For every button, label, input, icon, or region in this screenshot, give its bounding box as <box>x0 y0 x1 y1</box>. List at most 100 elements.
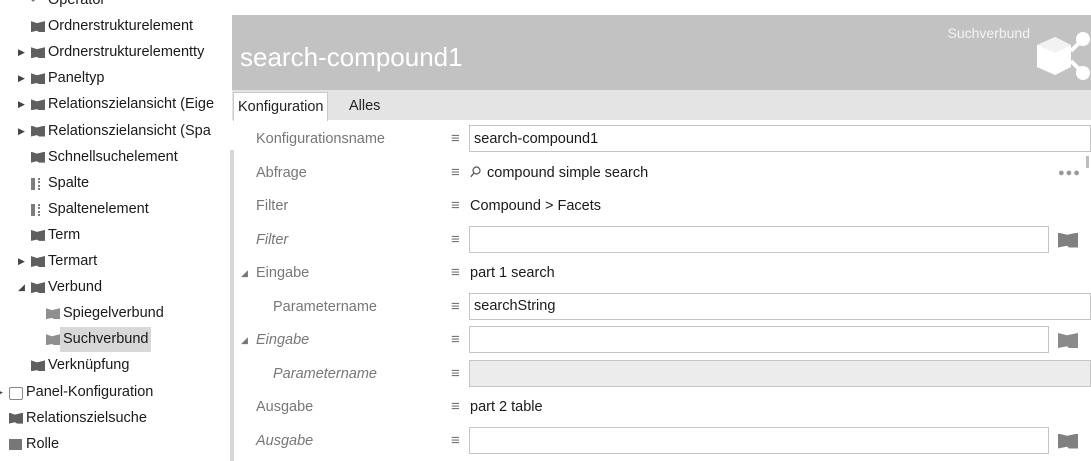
tab-konfiguration[interactable]: Konfiguration <box>233 92 329 121</box>
folder-icon <box>31 21 45 33</box>
folder-icon[interactable] <box>1058 232 1078 248</box>
tree-item-termart[interactable]: ▶ Termart <box>0 249 218 274</box>
property-input[interactable] <box>469 426 1049 454</box>
tree-item-operator[interactable]: • Operator <box>0 0 218 13</box>
collapse-arrow-icon[interactable]: ◢ <box>241 324 248 357</box>
property-label: Eingabe <box>256 265 310 281</box>
property-row: Filter ≡ <box>232 224 1091 257</box>
panel-title: search-compound1 <box>240 42 463 72</box>
property-row: Parametername ≡ <box>232 358 1091 391</box>
folder-icon <box>31 229 45 241</box>
property-row: Abfrage ≡ compound simple search ●●● <box>232 157 1091 190</box>
property-value-text: part 1 search <box>470 265 555 281</box>
row-menu-icon[interactable]: ≡ <box>451 358 460 389</box>
tree-item-label: Ordnerstrukturelementty <box>48 44 205 61</box>
query-reference[interactable]: compound simple search <box>470 157 648 190</box>
tree-item-schnellsuchelement[interactable]: Schnellsuchelement <box>0 145 218 170</box>
tree-item-label: Verbund <box>48 279 103 296</box>
property-input[interactable] <box>469 125 1091 152</box>
expand-arrow-icon[interactable]: ▶ <box>18 92 25 117</box>
tree-item-verknüpfung[interactable]: Verknüpfung <box>0 353 218 378</box>
collapse-arrow-icon[interactable]: ◢ <box>18 275 25 300</box>
tree-item-panel-konfiguration[interactable]: ▶ Panel-Konfiguration <box>0 380 218 405</box>
tree-item-label: Spaltenelement <box>48 200 149 217</box>
property-label: Parametername <box>273 365 377 382</box>
tab-alles[interactable]: Alles <box>345 92 384 120</box>
bullet-icon: • <box>31 0 36 7</box>
tree-item-relationszielansicht-eige[interactable]: ▶ Relationszielansicht (Eige <box>0 92 218 117</box>
property-row: ◢ Eingabe ≡ part 1 search <box>232 257 1091 290</box>
property-label: Parametername <box>273 298 377 315</box>
tree-item-relationszielsuche[interactable]: Relationszielsuche <box>0 406 218 431</box>
property-input[interactable] <box>469 326 1049 353</box>
expand-arrow-icon[interactable]: ▶ <box>18 119 25 144</box>
tree-item-suchverbund[interactable]: Suchverbund <box>0 327 218 353</box>
tree-item-label: Suchverbund <box>60 327 152 353</box>
row-menu-icon[interactable]: ≡ <box>451 391 460 422</box>
tree-item-verbund[interactable]: ◢ Verbund <box>0 275 218 300</box>
property-value: Compound > Facets <box>470 190 601 223</box>
row-menu-icon[interactable]: ≡ <box>451 190 460 221</box>
row-menu-icon[interactable]: ≡ <box>451 123 460 154</box>
tree-item-label: Operator <box>48 0 106 8</box>
expand-arrow-icon[interactable]: ▶ <box>18 249 25 274</box>
folder-icon <box>9 412 23 424</box>
tree-item-spiegelverbund[interactable]: Spiegelverbund <box>0 301 218 326</box>
property-row: ◢ Eingabe ≡ <box>232 324 1091 357</box>
folder-icon <box>31 73 45 85</box>
panel-header: search-compound1 Suchverbund <box>232 15 1091 90</box>
tree-item-term[interactable]: Term <box>0 223 218 248</box>
tree-item-label: Ordnerstrukturelement <box>48 18 194 35</box>
row-menu-icon[interactable]: ≡ <box>451 224 460 255</box>
row-menu-icon[interactable]: ≡ <box>451 257 460 288</box>
expand-arrow-icon[interactable]: ▶ <box>18 40 25 65</box>
tree-item-paneltyp[interactable]: ▶ Paneltyp <box>0 66 218 91</box>
folder-icon[interactable] <box>1058 433 1078 449</box>
row-menu-icon[interactable]: ≡ <box>451 425 460 456</box>
role-icon <box>9 438 22 450</box>
folder-icon <box>46 308 60 320</box>
property-row: Parametername ≡ <box>232 291 1091 324</box>
expand-arrow-icon[interactable]: ▶ <box>0 380 3 405</box>
folder-icon <box>31 151 45 163</box>
property-input[interactable] <box>469 292 1091 320</box>
tree-item-relationszielansicht-spa[interactable]: ▶ Relationszielansicht (Spa <box>0 119 218 144</box>
column-icon <box>31 203 45 216</box>
property-value-text: Compound > Facets <box>470 198 601 214</box>
tree-item-label: Rolle <box>26 435 60 452</box>
panel-scrollbar[interactable] <box>1086 156 1089 168</box>
folder-icon <box>31 360 45 372</box>
folder-icon <box>31 125 45 137</box>
row-menu-icon[interactable]: ≡ <box>451 324 460 355</box>
navigation-tree: • Operator Ordnerstrukturelement ▶ Ordnerstr… <box>0 0 218 461</box>
folder-icon <box>31 256 45 267</box>
folder-icon <box>31 99 45 111</box>
search-icon <box>470 158 481 177</box>
tree-item-rolle[interactable]: Rolle <box>0 432 218 457</box>
tree-item-spalte[interactable]: Spalte <box>0 171 218 196</box>
row-menu-icon[interactable]: ≡ <box>451 291 460 322</box>
edit-folder-icon[interactable] <box>1058 333 1078 348</box>
tree-item-label: Spiegelverbund <box>63 305 164 322</box>
panel-type-label: Suchverbund <box>947 25 1030 41</box>
column-icon <box>31 177 45 190</box>
tree-item-label: Term <box>48 226 81 243</box>
tab-bar: Konfiguration Alles <box>232 90 1091 121</box>
panel-icon <box>9 386 23 400</box>
row-menu-icon[interactable]: ≡ <box>451 157 460 188</box>
compound-network-icon <box>1037 32 1090 80</box>
tree-item-label: Paneltyp <box>48 70 105 87</box>
property-label: Filter <box>256 198 289 214</box>
property-value: part 1 search <box>470 257 555 290</box>
property-input[interactable] <box>469 225 1049 253</box>
property-value-text: compound simple search <box>487 164 649 181</box>
tree-item-ordnerstrukturelement[interactable]: Ordnerstrukturelement <box>0 14 218 39</box>
more-dots-icon[interactable]: ●●● <box>1058 157 1081 190</box>
tree-item-label: Relationszielansicht (Spa <box>48 122 211 139</box>
collapse-arrow-icon[interactable]: ◢ <box>241 257 248 290</box>
property-label: Ausgabe <box>256 432 314 449</box>
property-label: Ausgabe <box>256 399 314 415</box>
tree-item-spaltenelement[interactable]: Spaltenelement <box>0 197 218 222</box>
tree-item-ordnerstrukturelementty[interactable]: ▶ Ordnerstrukturelementty <box>0 40 218 65</box>
expand-arrow-icon[interactable]: ▶ <box>18 66 25 91</box>
